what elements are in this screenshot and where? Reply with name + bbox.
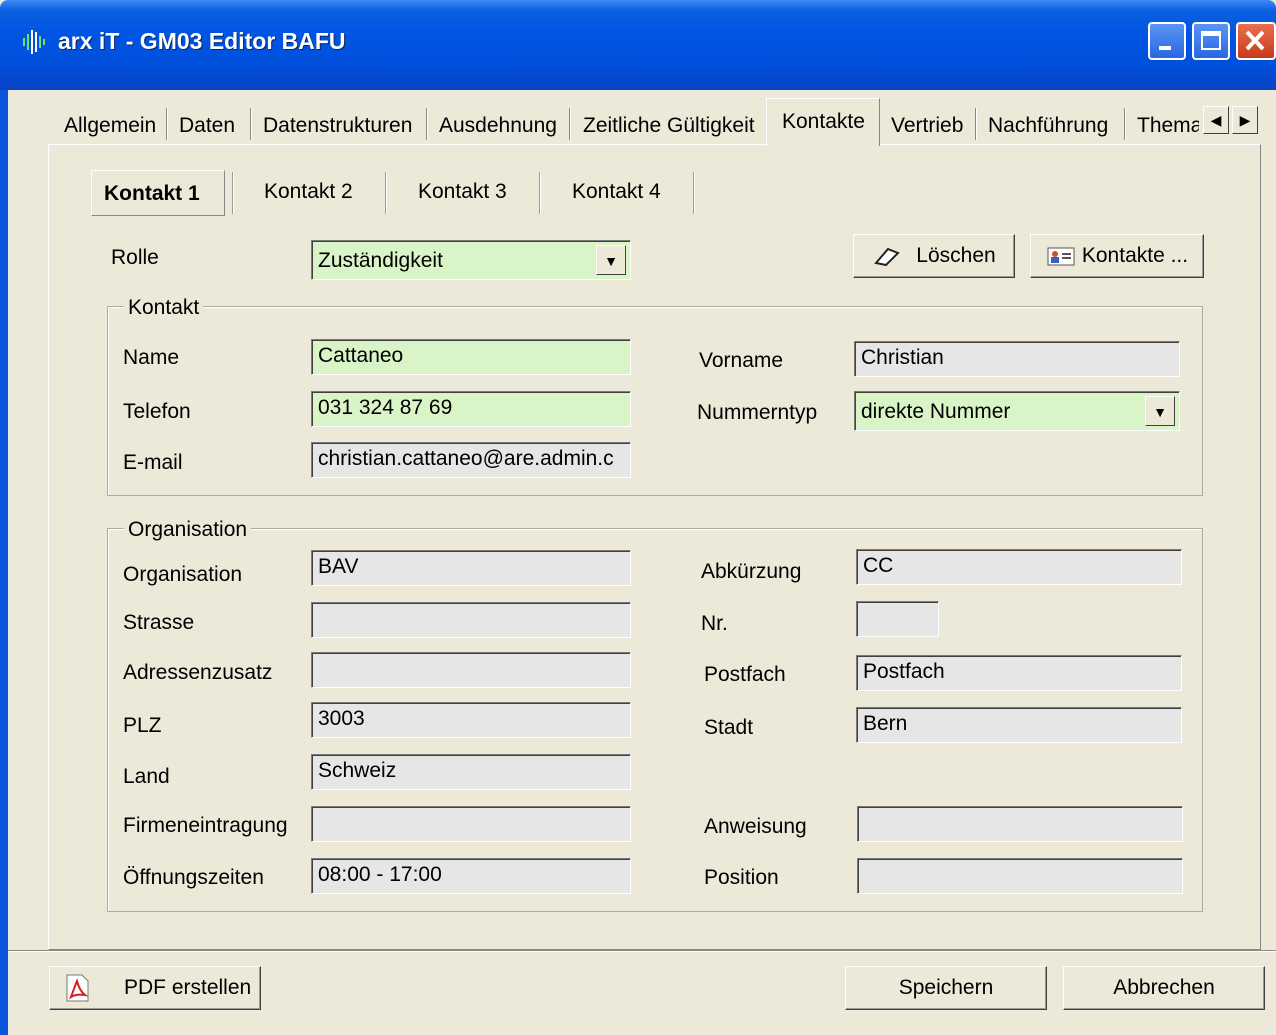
loeschen-label: Löschen bbox=[916, 244, 996, 267]
abbrechen-button[interactable]: Abbrechen bbox=[1063, 966, 1265, 1010]
name-field[interactable]: Cattaneo bbox=[311, 339, 631, 375]
adressenzusatz-label: Adressenzusatz bbox=[123, 661, 273, 684]
nummerntyp-value: direkte Nummer bbox=[861, 400, 1011, 423]
rolle-select[interactable]: Zuständigkeit bbox=[311, 240, 631, 280]
speichern-button[interactable]: Speichern bbox=[845, 966, 1047, 1010]
footer-divider bbox=[8, 950, 1276, 952]
telefon-label: Telefon bbox=[123, 400, 191, 423]
position-label: Position bbox=[704, 866, 779, 889]
tab-separator bbox=[569, 108, 571, 140]
rolle-value: Zuständigkeit bbox=[318, 249, 443, 272]
kontakte-label: Kontakte ... bbox=[1081, 244, 1189, 267]
tab-separator bbox=[250, 108, 252, 140]
arrow-left-icon: ◀ bbox=[1210, 112, 1222, 128]
organisation-label: Organisation bbox=[123, 563, 243, 586]
loeschen-button[interactable]: Löschen bbox=[853, 234, 1015, 278]
nummerntyp-label: Nummerntyp bbox=[697, 401, 818, 424]
vorname-field[interactable]: Christian bbox=[854, 341, 1180, 377]
vorname-label: Vorname bbox=[699, 349, 784, 372]
postfach-label: Postfach bbox=[704, 663, 786, 686]
eraser-icon bbox=[874, 247, 901, 267]
anweisung-field[interactable] bbox=[857, 806, 1183, 842]
firmeneintragung-field[interactable] bbox=[311, 806, 631, 842]
postfach-field[interactable]: Postfach bbox=[856, 655, 1182, 691]
subtab-separator bbox=[232, 172, 234, 214]
kontakte-button[interactable]: Kontakte ... bbox=[1030, 234, 1204, 278]
pdf-erstellen-label: PDF erstellen bbox=[124, 976, 252, 999]
nr-label: Nr. bbox=[701, 612, 728, 635]
tab-separator bbox=[166, 108, 168, 140]
subtab-kontakt-1[interactable]: Kontakt 1 bbox=[104, 178, 200, 212]
rolle-label: Rolle bbox=[111, 246, 159, 269]
tab-thema[interactable]: Thema bbox=[1137, 104, 1199, 144]
chevron-down-icon: ▼ bbox=[1153, 404, 1167, 420]
telefon-field[interactable]: 031 324 87 69 bbox=[311, 391, 631, 427]
subtab-kontakt-3[interactable]: Kontakt 3 bbox=[418, 176, 507, 210]
tab-zeitliche-gueltigkeit[interactable]: Zeitliche Gültigkeit bbox=[583, 104, 755, 144]
nr-field[interactable] bbox=[856, 601, 939, 637]
organisation-field[interactable]: BAV bbox=[311, 550, 631, 586]
abbrechen-label: Abbrechen bbox=[1113, 976, 1215, 999]
tab-separator bbox=[975, 108, 977, 140]
speichern-label: Speichern bbox=[898, 976, 994, 999]
name-label: Name bbox=[123, 346, 180, 369]
close-button[interactable] bbox=[1236, 22, 1276, 60]
anweisung-label: Anweisung bbox=[704, 815, 807, 838]
chevron-down-icon: ▼ bbox=[604, 253, 618, 269]
minimize-button[interactable] bbox=[1148, 22, 1186, 60]
pdf-icon bbox=[66, 974, 89, 1002]
tab-nachfuehrung[interactable]: Nachführung bbox=[988, 104, 1108, 144]
rolle-dropdown-button[interactable]: ▼ bbox=[596, 245, 626, 275]
tab-scroll-right-button[interactable]: ▶ bbox=[1232, 106, 1258, 134]
subtab-separator bbox=[385, 172, 387, 214]
abkuerzung-label: Abkürzung bbox=[701, 560, 802, 583]
tab-scroll-left-button[interactable]: ◀ bbox=[1203, 106, 1229, 134]
tab-separator bbox=[1124, 108, 1126, 140]
stadt-field[interactable]: Bern bbox=[856, 707, 1182, 743]
tab-allgemein[interactable]: Allgemein bbox=[64, 104, 156, 144]
address-card-icon bbox=[1047, 247, 1075, 266]
oeffnungszeiten-label: Öffnungszeiten bbox=[123, 866, 264, 889]
kontakt-group-title: Kontakt bbox=[124, 296, 204, 320]
window-title: arx iT - GM03 Editor BAFU bbox=[58, 28, 346, 54]
subtab-kontakt-2[interactable]: Kontakt 2 bbox=[264, 176, 353, 210]
firmeneintragung-label: Firmeneintragung bbox=[123, 814, 288, 837]
window-border bbox=[0, 90, 8, 1035]
land-label: Land bbox=[123, 765, 170, 788]
tab-separator bbox=[426, 108, 428, 140]
position-field[interactable] bbox=[857, 858, 1183, 894]
tab-daten[interactable]: Daten bbox=[179, 104, 235, 144]
plz-label: PLZ bbox=[123, 714, 162, 737]
strasse-label: Strasse bbox=[123, 611, 195, 634]
strasse-field[interactable] bbox=[311, 602, 631, 638]
pdf-erstellen-button[interactable]: PDF erstellen bbox=[49, 966, 261, 1010]
subtab-separator bbox=[693, 172, 695, 214]
tab-vertrieb[interactable]: Vertrieb bbox=[891, 104, 963, 144]
organisation-group-title: Organisation bbox=[124, 518, 252, 542]
tab-kontakte[interactable]: Kontakte bbox=[782, 100, 865, 140]
tab-ausdehnung[interactable]: Ausdehnung bbox=[439, 104, 557, 144]
oeffnungszeiten-field[interactable]: 08:00 - 17:00 bbox=[311, 858, 631, 894]
plz-field[interactable]: 3003 bbox=[311, 702, 631, 738]
maximize-button[interactable] bbox=[1192, 22, 1230, 60]
email-field[interactable]: christian.cattaneo@are.admin.c bbox=[311, 442, 631, 478]
adressenzusatz-field[interactable] bbox=[311, 652, 631, 688]
stadt-label: Stadt bbox=[704, 716, 754, 739]
arrow-right-icon: ▶ bbox=[1239, 112, 1251, 128]
email-label: E-mail bbox=[123, 451, 183, 474]
subtab-separator bbox=[539, 172, 541, 214]
minimize-icon bbox=[1159, 46, 1171, 50]
app-icon bbox=[23, 30, 45, 54]
abkuerzung-field[interactable]: CC bbox=[856, 549, 1182, 585]
land-field[interactable]: Schweiz bbox=[311, 754, 631, 790]
tab-datenstrukturen[interactable]: Datenstrukturen bbox=[263, 104, 412, 144]
subtab-kontakt-4[interactable]: Kontakt 4 bbox=[572, 176, 661, 210]
nummerntyp-dropdown-button[interactable]: ▼ bbox=[1145, 396, 1175, 426]
close-icon bbox=[1245, 30, 1265, 51]
nummerntyp-select[interactable]: direkte Nummer bbox=[854, 391, 1180, 431]
maximize-icon bbox=[1201, 31, 1221, 50]
